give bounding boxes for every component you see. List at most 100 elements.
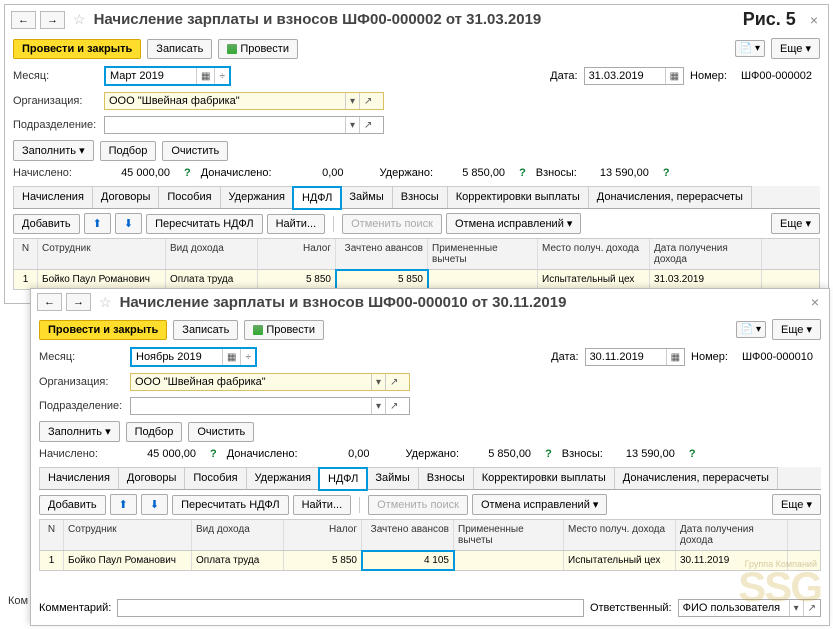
tab-contributions[interactable]: Взносы <box>418 467 474 489</box>
month-stepper-icon[interactable]: ÷ <box>240 349 255 365</box>
help-icon[interactable]: ? <box>180 167 195 179</box>
org-open-icon[interactable]: ↗ <box>385 374 402 390</box>
tab-ndfl[interactable]: НДФЛ <box>293 187 341 209</box>
fill-button[interactable]: Заполнить ▾ <box>39 421 120 442</box>
save-button[interactable]: Записать <box>173 320 238 340</box>
move-down-button[interactable]: ⬇ <box>141 494 168 515</box>
clear-button[interactable]: Очистить <box>162 141 228 161</box>
move-up-button[interactable]: ⬆ <box>84 213 111 234</box>
tab-accruals[interactable]: Начисления <box>13 186 93 208</box>
col-income-place[interactable]: Место получ. дохода <box>538 239 650 269</box>
col-deductions[interactable]: Примененные вычеты <box>428 239 538 269</box>
move-down-button[interactable]: ⬇ <box>115 213 142 234</box>
col-advance-credited[interactable]: Зачтено авансов <box>336 239 428 269</box>
add-button[interactable]: Добавить <box>39 495 106 515</box>
more-button[interactable]: Еще ▾ <box>772 319 821 340</box>
help-icon[interactable]: ? <box>206 448 221 460</box>
col-income-type[interactable]: Вид дохода <box>166 239 258 269</box>
tab-deductions[interactable]: Удержания <box>246 467 320 489</box>
nav-forward-button[interactable]: → <box>66 293 91 311</box>
tab-benefits[interactable]: Пособия <box>158 186 220 208</box>
col-employee[interactable]: Сотрудник <box>38 239 166 269</box>
favorite-star-icon[interactable]: ☆ <box>99 294 112 311</box>
nav-back-button[interactable]: ← <box>11 11 36 29</box>
col-income-date[interactable]: Дата получения дохода <box>650 239 762 269</box>
month-input[interactable] <box>106 68 196 84</box>
col-tax[interactable]: Налог <box>258 239 336 269</box>
col-employee[interactable]: Сотрудник <box>64 520 192 550</box>
date-input[interactable] <box>586 349 666 365</box>
dept-open-icon[interactable]: ↗ <box>359 117 376 133</box>
org-open-icon[interactable]: ↗ <box>359 93 376 109</box>
tab-corrections[interactable]: Корректировки выплаты <box>447 186 589 208</box>
more-button[interactable]: Еще ▾ <box>771 38 820 59</box>
month-picker-icon[interactable]: ▦ <box>222 349 240 365</box>
post-and-close-button[interactable]: Провести и закрыть <box>13 39 141 59</box>
tab-deductions[interactable]: Удержания <box>220 186 294 208</box>
cancel-find-button[interactable]: Отменить поиск <box>368 495 468 515</box>
responsible-dropdown-icon[interactable]: ▾ <box>789 600 803 616</box>
date-picker-icon[interactable]: ▦ <box>665 68 683 84</box>
dept-input[interactable] <box>105 117 345 133</box>
col-n[interactable]: N <box>14 239 38 269</box>
col-income-date[interactable]: Дата получения дохода <box>676 520 788 550</box>
month-stepper-icon[interactable]: ÷ <box>214 68 229 84</box>
dept-open-icon[interactable]: ↗ <box>385 398 402 414</box>
org-dropdown-icon[interactable]: ▾ <box>345 93 359 109</box>
help-icon[interactable]: ? <box>685 448 700 460</box>
tab-corrections[interactable]: Корректировки выплаты <box>473 467 615 489</box>
close-icon[interactable]: × <box>806 12 822 28</box>
org-input[interactable] <box>105 93 345 109</box>
dept-dropdown-icon[interactable]: ▾ <box>345 117 359 133</box>
responsible-input[interactable] <box>679 600 789 616</box>
favorite-star-icon[interactable]: ☆ <box>73 11 86 28</box>
date-input[interactable] <box>585 68 665 84</box>
tab-recalc[interactable]: Доначисления, перерасчеты <box>614 467 778 489</box>
dept-input[interactable] <box>131 398 371 414</box>
nav-forward-button[interactable]: → <box>40 11 65 29</box>
move-up-button[interactable]: ⬆ <box>110 494 137 515</box>
reports-dropdown[interactable]: 📄 ▾ <box>735 40 765 57</box>
cancel-find-button[interactable]: Отменить поиск <box>342 214 442 234</box>
responsible-open-icon[interactable]: ↗ <box>803 600 820 616</box>
help-icon[interactable]: ? <box>659 167 674 179</box>
tab-accruals[interactable]: Начисления <box>39 467 119 489</box>
find-button[interactable]: Найти... <box>293 495 352 515</box>
tab-contributions[interactable]: Взносы <box>392 186 448 208</box>
tab-contracts[interactable]: Договоры <box>118 467 185 489</box>
col-deductions[interactable]: Примененные вычеты <box>454 520 564 550</box>
post-and-close-button[interactable]: Провести и закрыть <box>39 320 167 340</box>
pick-button[interactable]: Подбор <box>126 422 183 442</box>
recalc-ndfl-button[interactable]: Пересчитать НДФЛ <box>172 495 289 515</box>
month-picker-icon[interactable]: ▦ <box>196 68 214 84</box>
table-row[interactable]: 1 Бойко Паул Романович Оплата труда 5 85… <box>40 551 820 570</box>
more-button[interactable]: Еще ▾ <box>771 213 820 234</box>
date-picker-icon[interactable]: ▦ <box>666 349 684 365</box>
post-button[interactable]: Провести <box>244 320 324 340</box>
add-button[interactable]: Добавить <box>13 214 80 234</box>
month-input[interactable] <box>132 349 222 365</box>
table-row[interactable]: 1 Бойко Паул Романович Оплата труда 5 85… <box>14 270 819 289</box>
help-icon[interactable]: ? <box>541 448 556 460</box>
org-dropdown-icon[interactable]: ▾ <box>371 374 385 390</box>
pick-button[interactable]: Подбор <box>100 141 157 161</box>
org-input[interactable] <box>131 374 371 390</box>
nav-back-button[interactable]: ← <box>37 293 62 311</box>
clear-button[interactable]: Очистить <box>188 422 254 442</box>
tab-contracts[interactable]: Договоры <box>92 186 159 208</box>
find-button[interactable]: Найти... <box>267 214 326 234</box>
fill-button[interactable]: Заполнить ▾ <box>13 140 94 161</box>
close-icon[interactable]: × <box>807 294 823 310</box>
cancel-fix-button[interactable]: Отмена исправлений ▾ <box>472 494 607 515</box>
post-button[interactable]: Провести <box>218 39 298 59</box>
dept-dropdown-icon[interactable]: ▾ <box>371 398 385 414</box>
tab-ndfl[interactable]: НДФЛ <box>319 468 367 490</box>
tab-loans[interactable]: Займы <box>366 467 418 489</box>
tab-loans[interactable]: Займы <box>340 186 392 208</box>
help-icon[interactable]: ? <box>515 167 530 179</box>
col-income-place[interactable]: Место получ. дохода <box>564 520 676 550</box>
col-n[interactable]: N <box>40 520 64 550</box>
more-button[interactable]: Еще ▾ <box>772 494 821 515</box>
save-button[interactable]: Записать <box>147 39 212 59</box>
reports-dropdown[interactable]: 📄 ▾ <box>736 321 766 338</box>
